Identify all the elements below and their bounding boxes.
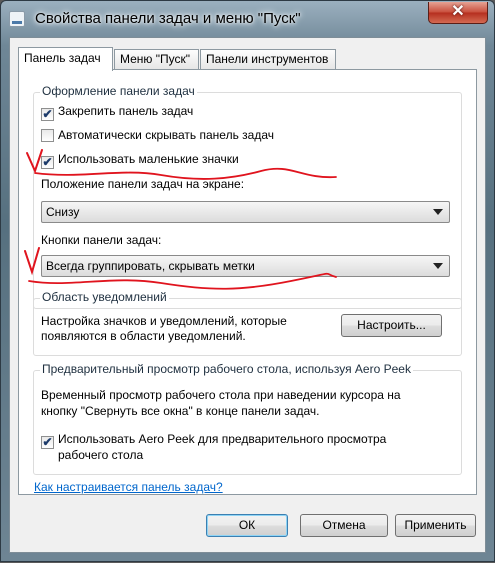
window-title: Свойства панели задач и меню "Пуск": [35, 10, 301, 27]
aero-peek-label-line2: рабочего стола: [58, 448, 144, 462]
peek-description-line1: Временный просмотр рабочего стола при на…: [41, 388, 401, 402]
peek-description-line2: кнопку "Свернуть все окна" в конце панел…: [41, 404, 320, 418]
title-bar[interactable]: Свойства панели задач и меню "Пуск" ✕: [1, 1, 494, 37]
dialog-window: Свойства панели задач и меню "Пуск" ✕ Па…: [0, 0, 495, 562]
customize-button[interactable]: Настроить...: [341, 314, 442, 337]
position-label: Положение панели задач на экране:: [41, 177, 245, 191]
aero-peek-checkbox[interactable]: ✔ Использовать Aero Peek для предваритель…: [41, 432, 386, 449]
lock-taskbar-label: Закрепить панель задач: [58, 104, 194, 118]
close-button[interactable]: ✕: [428, 2, 488, 24]
aero-peek-title: Предварительный просмотр рабочего стола,…: [40, 362, 413, 376]
help-link[interactable]: Как настраивается панель задач?: [34, 480, 223, 494]
checkmark-icon: ✔: [41, 155, 54, 169]
aero-peek-label-line1: Использовать Aero Peek для предварительн…: [58, 432, 387, 446]
taskbar-window-icon: [9, 11, 25, 27]
taskbar-appearance-title: Оформление панели задач: [40, 84, 197, 98]
position-dropdown[interactable]: Снизу: [41, 201, 450, 223]
tab-taskbar[interactable]: Панель задач: [18, 47, 113, 71]
cancel-button[interactable]: Отмена: [300, 514, 388, 537]
checkmark-icon: ✔: [41, 107, 54, 121]
tab-start-menu[interactable]: Меню "Пуск": [114, 49, 199, 69]
buttons-label: Кнопки панели задач:: [41, 233, 162, 247]
tab-toolbars[interactable]: Панели инструментов: [200, 49, 336, 69]
autohide-label: Автоматически скрывать панель задач: [58, 128, 275, 142]
notification-area-group: Область уведомлений Настройка значков и …: [33, 290, 462, 356]
buttons-value: Всегда группировать, скрывать метки: [46, 259, 255, 273]
notification-description-line1: Настройка значков и уведомлений, которые: [41, 314, 287, 328]
small-icons-label: Использовать маленькие значки: [58, 152, 239, 166]
dropdown-triangle-icon: [433, 209, 443, 215]
position-value: Снизу: [46, 205, 80, 219]
autohide-checkbox[interactable]: Автоматически скрывать панель задач: [41, 128, 274, 142]
ok-button[interactable]: ОК: [206, 514, 288, 537]
small-icons-checkbox[interactable]: ✔ Использовать маленькие значки: [41, 152, 239, 169]
checkbox-empty-icon: [41, 129, 54, 142]
buttons-dropdown[interactable]: Всегда группировать, скрывать метки: [41, 255, 450, 277]
tab-panel: Оформление панели задач ✔ Закрепить панел…: [18, 69, 477, 495]
apply-button[interactable]: Применить: [395, 514, 476, 537]
notification-description-line2: появляются в области уведомлений.: [41, 329, 246, 343]
dialog-client-area: Панель задач Меню "Пуск" Панели инструме…: [9, 37, 486, 553]
lock-taskbar-checkbox[interactable]: ✔ Закрепить панель задач: [41, 104, 193, 121]
taskbar-appearance-group: Оформление панели задач ✔ Закрепить панел…: [33, 84, 462, 309]
aero-peek-group: Предварительный просмотр рабочего стола,…: [33, 362, 462, 475]
notification-area-title: Область уведомлений: [40, 290, 169, 304]
checkmark-icon: ✔: [41, 435, 54, 449]
dropdown-triangle-icon: [433, 263, 443, 269]
